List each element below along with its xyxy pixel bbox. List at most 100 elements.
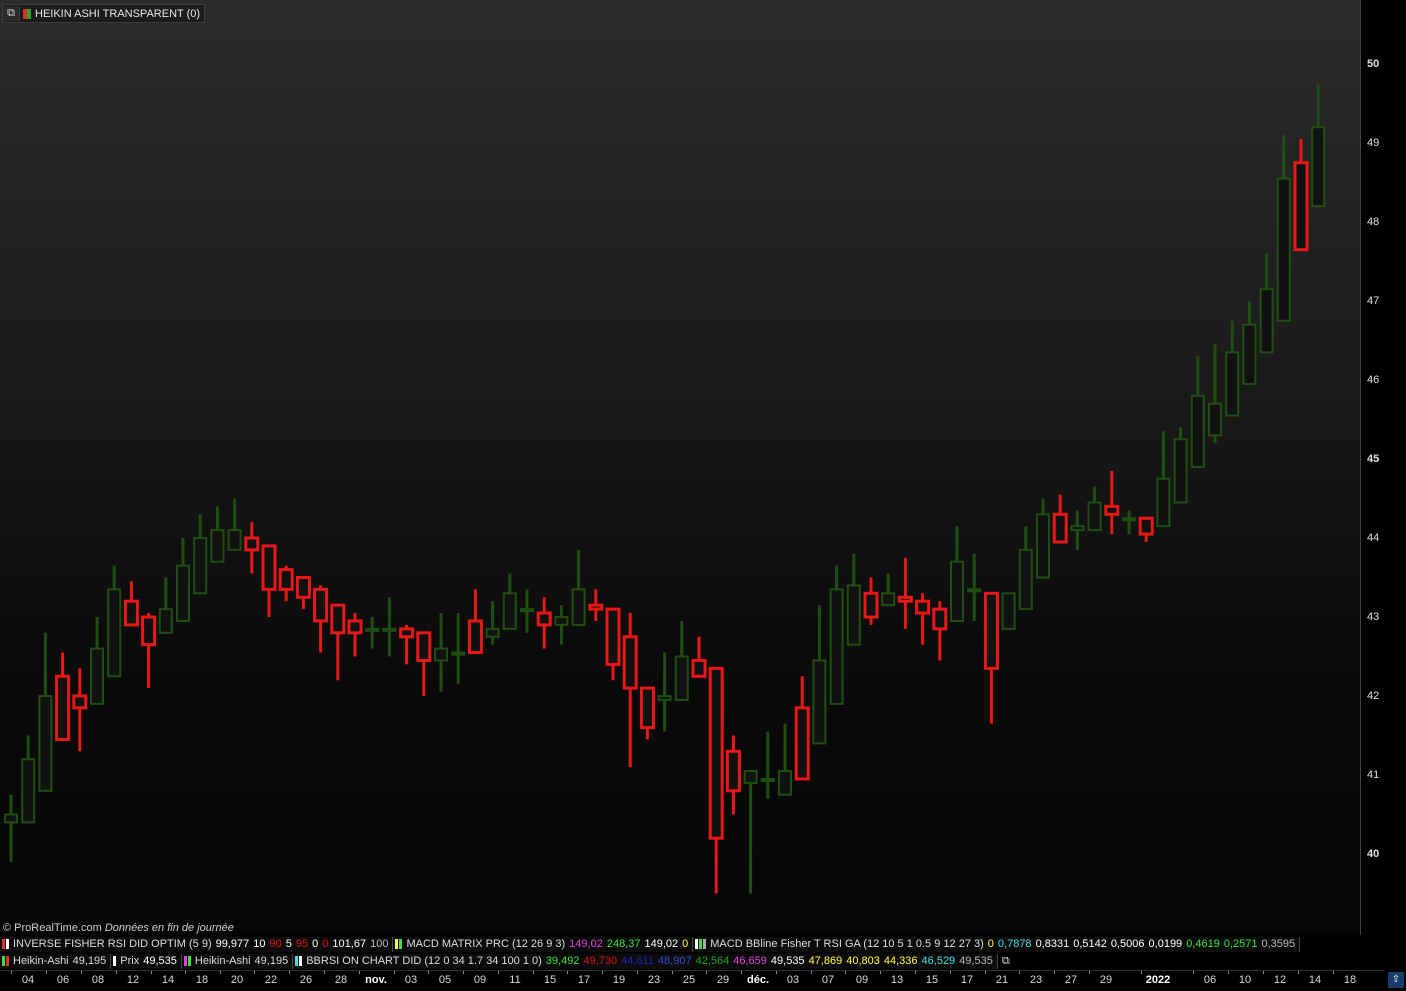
candle-body [967,588,982,593]
x-tick-mark [151,971,152,974]
indicator-label: Heikin-Ashi [13,955,69,967]
candle-body [571,588,586,626]
candle [227,498,242,551]
candle-body [1052,512,1068,544]
indicator-legend[interactable]: INVERSE FISHER RSI DID OPTIM (5 9) 99,977… [0,936,394,952]
candle-body [588,603,604,611]
x-tick-mark [1141,971,1142,974]
candle [1173,427,1188,504]
candle-body [1311,126,1326,208]
x-tick-label: 15 [543,974,557,986]
candle [554,605,569,645]
chart-area[interactable] [0,0,1360,935]
candle [1018,526,1033,611]
scroll-up-icon[interactable]: ⇧ [1388,972,1404,988]
candle [261,544,277,617]
y-tick-label: 50 [1367,58,1380,70]
x-tick-mark [185,971,186,974]
x-tick-mark [289,971,290,974]
x-tick-mark [1228,971,1229,974]
candle [193,514,208,595]
candle-body [244,536,260,552]
candle-body [1242,323,1257,385]
x-tick-label: 08 [91,974,105,986]
candle [520,589,534,633]
candle-body [725,749,741,793]
candle-body [90,647,104,705]
candle-body [794,706,810,781]
indicator-legend[interactable]: Heikin-Ashi 49,195 [0,953,112,969]
candle-body [55,674,71,741]
x-tick-label: 11 [509,974,521,986]
indicator-legend[interactable]: MACD BBline Fisher T RSI GA (12 10 5 1 0… [693,936,1301,952]
y-tick-label: 46 [1367,374,1380,386]
x-tick-label: 28 [334,974,348,986]
indicator-value: 149,02 [644,938,679,950]
candle [123,581,139,627]
x-tick-label: 06 [56,974,70,986]
indicator-value: 49,195 [72,955,107,967]
candle [382,597,397,657]
indicator-value: 46,659 [733,955,767,967]
candle-body [639,686,655,730]
x-tick-mark [1193,971,1194,974]
indicator-value: 49,195 [254,955,289,967]
candle [502,573,517,630]
x-tick-label: 29 [716,974,730,986]
candle-body [674,655,689,701]
candle-body [1208,402,1222,437]
candle-body [382,627,397,632]
price-chart[interactable] [0,0,1360,935]
x-axis[interactable]: 04 06 08 12 14 18 20 22 26 28 nov. 03 05 09 11 15 17 19 23… [0,970,1385,991]
data-note: Données en fin de journée [104,922,234,934]
candle [708,666,724,894]
x-tick-label: 03 [404,974,418,986]
x-tick-mark [915,971,916,974]
candle [588,589,604,621]
y-tick-label: 44 [1367,532,1380,544]
x-tick-label: 20 [230,974,244,986]
x-tick-label: 29 [1099,974,1113,986]
indicator-value: 248,37 [606,938,641,950]
copyright-text: © ProRealTime.com [3,922,102,934]
indicator-legend[interactable]: MACD MATRIX PRC (12 26 9 3) 149,02 248,37 1… [393,936,694,952]
candle [829,565,844,705]
candle [983,591,999,724]
candle-body [1001,592,1016,630]
indicator-legend[interactable]: Prix 49,535 [111,953,182,969]
chart-title-box[interactable]: ⧉ HEIKIN ASHI TRANSPARENT (0) [2,4,206,23]
candle [1259,253,1274,354]
x-tick-mark [637,971,638,974]
candle [365,617,380,649]
candle-body [1018,548,1033,611]
indicator-value: 0 [312,938,319,950]
y-tick-label: 45 [1367,453,1380,465]
x-tick-label: 2022 [1145,974,1171,986]
y-axis[interactable]: 40 41 42 43 44 45 46 47 48 49 50 [1360,0,1406,935]
indicator-legend[interactable]: Heikin-Ashi 49,195 [181,953,294,969]
x-tick-label: 05 [438,974,452,986]
x-tick-label: 23 [647,974,661,986]
candle [55,652,71,741]
indicator-value: 101,67 [332,938,367,950]
x-tick-label: 18 [1343,974,1357,986]
candle [622,613,638,768]
candle-body [983,591,999,670]
candle-body [141,615,157,647]
candle-body [434,647,448,662]
candle [760,731,775,799]
candle-body [451,651,466,656]
candle-body [467,619,483,655]
candle [21,735,36,824]
candle-body [932,607,948,631]
window-restore-icon[interactable]: ⧉ [3,6,20,21]
x-tick-mark [1054,971,1055,974]
candle-body [554,616,569,626]
candle-body [812,659,827,745]
candle-body [778,770,792,796]
x-tick-mark [1298,971,1299,974]
indicator-legend[interactable]: BBRSI ON CHART DID (12 0 34 1.7 34 100 1… [293,953,998,969]
x-tick-label: 12 [1273,974,1287,986]
indicator-value: 0 [682,938,689,950]
window-restore-icon[interactable]: ⧉ [1002,955,1010,968]
